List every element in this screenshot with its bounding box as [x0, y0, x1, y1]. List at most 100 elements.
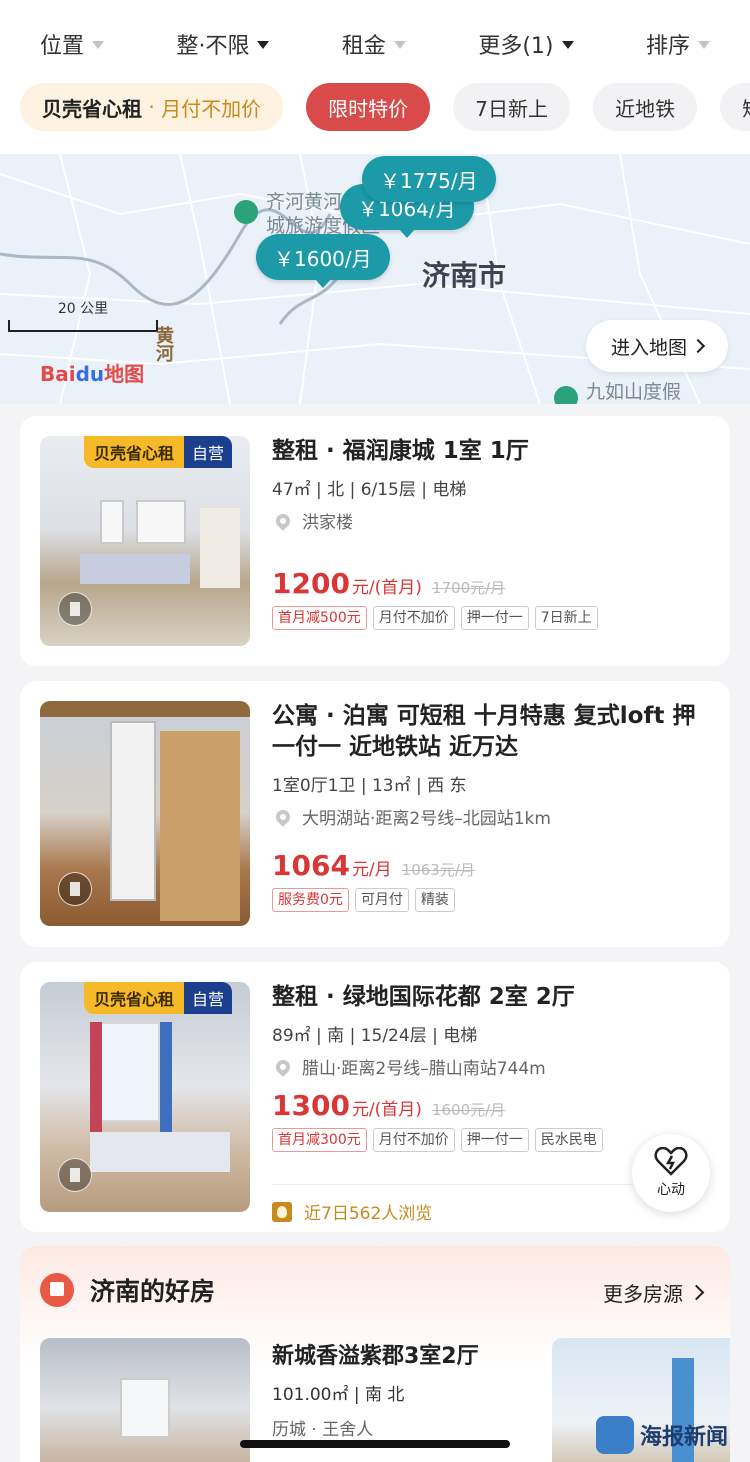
listing-area: 历城 · 王舍人 [272, 1420, 374, 1440]
bed [80, 554, 190, 584]
caret-down-icon [697, 41, 710, 49]
heart-icon [654, 1147, 688, 1176]
poi-label: 九如山度假 [586, 381, 682, 403]
listing-location: 腊山·距离2号线–腊山南站744m [272, 1054, 710, 1079]
scale-bar [8, 320, 158, 332]
chip-new-7days[interactable]: 7日新上 [453, 83, 570, 131]
tag: 押一付一 [460, 1128, 529, 1152]
more-listings-link[interactable]: 更多房源 [603, 1278, 705, 1307]
listing-location: 洪家楼 [272, 508, 710, 533]
listing-card[interactable]: 贝壳省心租 自营 整租 · 福润康城 1室 1厅 47㎡ | 北 | 6/15层 … [20, 416, 730, 666]
curtain [160, 1022, 172, 1132]
tag: 首月减300元 [272, 1128, 367, 1152]
loft-beam [40, 701, 250, 717]
filter-rent-type[interactable]: 整·不限 [176, 28, 270, 60]
listing-photo[interactable] [40, 1338, 250, 1462]
price-unit: 元/(首月) [351, 1100, 422, 1120]
map-preview[interactable]: 齐河黄河 城旅游度假区 ￥1064/月 ￥1775/月 ￥1600/月 济南市 … [0, 154, 750, 404]
filter-label: 更多(1) [478, 34, 554, 59]
chip-near-subway[interactable]: 近地铁 [593, 83, 698, 131]
vr-play-icon[interactable] [58, 1158, 92, 1192]
listing-photo [40, 701, 250, 926]
section-header: 济南的好房 [40, 1272, 215, 1308]
enter-map-label: 进入地图 [610, 336, 687, 359]
listing-card[interactable]: 贝壳省心租 自营 整租 · 绿地国际花都 2室 2厅 89㎡ | 南 | 15/2… [20, 962, 730, 1232]
filter-rent[interactable]: 租金 [342, 28, 406, 60]
listing-info: 整租 · 福润康城 1室 1厅 47㎡ | 北 | 6/15层 | 电梯 洪家楼… [272, 436, 710, 630]
filter-more[interactable]: 更多(1) [478, 28, 574, 60]
window [100, 500, 124, 544]
quick-filter-chips: 贝壳省心租 · 月付不加价 限时特价 7日新上 近地铁 短租 [0, 80, 750, 154]
window [120, 1378, 170, 1438]
bed [90, 1132, 230, 1172]
old-price: 1700元/月 [431, 579, 506, 597]
curtain [90, 1022, 102, 1132]
wardrobe [200, 508, 240, 588]
listing-meta: 89㎡ | 南 | 15/24层 | 电梯 [272, 1026, 478, 1046]
location-pin-icon [273, 1056, 293, 1077]
window [136, 500, 186, 544]
tag: 月付不加价 [372, 1128, 455, 1152]
listing-meta: 1室0厅1卫 | 13㎡ | 西 东 [272, 776, 467, 796]
thumbs-up-icon [40, 1273, 74, 1307]
news-watermark: 海报新闻 [596, 1416, 728, 1454]
caret-down-icon [257, 41, 270, 49]
scale-label: 20 公里 [57, 301, 109, 317]
heart-label: 心动 [657, 1182, 685, 1198]
chip-label: 贝壳省心租 [42, 96, 142, 121]
caret-down-icon [561, 41, 574, 49]
chevron-right-icon [688, 1284, 705, 1301]
listing-card[interactable]: 公寓 · 泊寓 可短租 十月特惠 复式loft 押一付一 近地铁站 近万达 1室… [20, 681, 730, 947]
tag-list: 首月减500元 月付不加价 押一付一 7日新上 [272, 606, 710, 630]
window [100, 1022, 160, 1122]
location-pin-icon [273, 806, 293, 827]
filter-sort[interactable]: 排序 [646, 28, 710, 60]
heart-button[interactable]: 心动 [632, 1134, 710, 1212]
tag: 月付不加价 [372, 606, 455, 630]
views-text: 近7日562人浏览 [304, 1204, 433, 1224]
chip-short-rent[interactable]: 短租 [720, 83, 750, 131]
listing-title: 整租 · 绿地国际花都 2室 2厅 [272, 984, 575, 1010]
chip-xinxinzu[interactable]: 贝壳省心租 · 月付不加价 [20, 83, 284, 131]
chip-limited-offer[interactable]: 限时特价 [306, 83, 431, 131]
caret-down-icon [393, 41, 406, 49]
listing-meta: 47㎡ | 北 | 6/15层 | 电梯 [272, 480, 467, 500]
enter-map-button[interactable]: 进入地图 [586, 320, 728, 372]
price-pin[interactable]: ￥1600/月 [256, 234, 390, 288]
filter-label: 整·不限 [176, 34, 250, 59]
price-unit: 元/(首月) [351, 578, 422, 598]
filter-label: 位置 [40, 34, 85, 59]
vr-play-icon[interactable] [58, 592, 92, 626]
listing-title: 新城香溢紫郡3室2厅 [272, 1344, 479, 1369]
price-unit: 元/月 [351, 860, 392, 880]
home-indicator[interactable] [240, 1440, 510, 1448]
filter-location[interactable]: 位置 [40, 28, 105, 60]
price: 1064 [272, 849, 350, 882]
filter-label: 租金 [341, 34, 386, 59]
listing-photo: 贝壳省心租 自营 [40, 436, 250, 646]
price: 1300 [272, 1089, 350, 1122]
tag: 首月减500元 [272, 606, 367, 630]
price: 1200 [272, 567, 350, 600]
filter-label: 排序 [645, 34, 690, 59]
caret-down-icon [92, 41, 105, 49]
tag-list: 服务费0元 可月付 精装 [272, 888, 710, 912]
tag: 可月付 [354, 888, 409, 912]
tag: 精装 [414, 888, 455, 912]
old-price: 1063元/月 [401, 861, 475, 879]
tag: 押一付一 [460, 606, 529, 630]
tag: 服务费0元 [272, 888, 349, 912]
price-pin[interactable]: ￥1775/月 [362, 156, 496, 210]
price-row: 1200 元/(首月) 1700元/月 [272, 567, 710, 600]
chevron-right-icon [690, 338, 706, 354]
price-row: 1064 元/月 1063元/月 [272, 849, 710, 882]
tag: 7日新上 [534, 606, 598, 630]
listing-title: 整租 · 福润康城 1室 1厅 [272, 438, 529, 464]
section-title: 济南的好房 [90, 1277, 216, 1306]
listing-info[interactable]: 新城香溢紫郡3室2厅 101.00㎡ | 南 北 历城 · 王舍人 [272, 1338, 479, 1440]
stairs [160, 731, 240, 921]
watermark-logo-icon [596, 1416, 634, 1454]
vr-play-icon[interactable] [58, 872, 92, 906]
filter-bar: 位置 整·不限 租金 更多(1) 排序 [0, 0, 750, 88]
chip-sub-label: 月付不加价 [161, 96, 262, 121]
